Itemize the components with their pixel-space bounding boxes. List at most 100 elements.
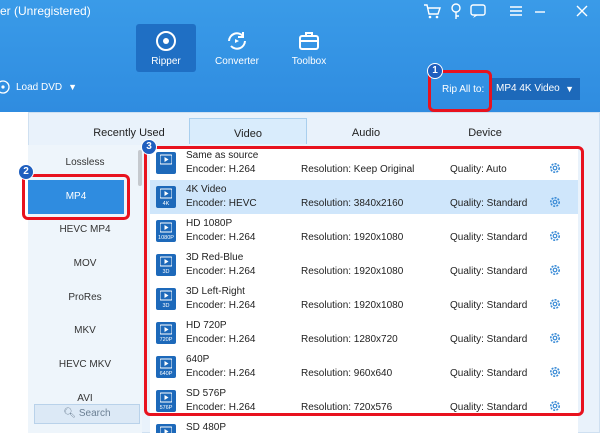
profile-row[interactable]: 576P SD 576P Encoder: H.264 Resolution: 720… <box>150 384 578 418</box>
sidebar-item-hevc-mp4[interactable]: HEVC MP4 <box>28 224 142 235</box>
profile-name: HD 1080P <box>186 218 233 229</box>
profile-encoder: Encoder: H.264 <box>186 368 256 379</box>
profile-encoder: Encoder: H.264 <box>186 164 256 175</box>
profile-row[interactable]: 3D 3D Left-Right Encoder: H.264 Resolution:… <box>150 282 578 316</box>
tab-ripper[interactable]: Ripper <box>136 24 196 72</box>
gear-icon[interactable] <box>548 331 562 345</box>
video-format-icon: 3D <box>156 254 176 276</box>
toolbox-icon <box>299 32 319 50</box>
format-tag: 576P <box>159 405 173 411</box>
format-tag: 720P <box>159 337 173 343</box>
video-format-icon: 3D <box>156 288 176 310</box>
profile-encoder: Encoder: H.264 <box>186 266 256 277</box>
sidebar-item-mkv[interactable]: MKV <box>28 325 142 336</box>
window-title: er (Unregistered) <box>0 4 91 18</box>
gear-icon[interactable] <box>548 297 562 311</box>
profile-resolution: Resolution: 3840x2160 <box>301 198 404 209</box>
profile-resolution: Resolution: Keep Original <box>301 164 415 175</box>
sidebar-scrollbar[interactable] <box>138 150 142 186</box>
tab-video[interactable]: Video <box>189 118 307 144</box>
profile-name: SD 576P <box>186 388 227 399</box>
tab-device[interactable]: Device <box>426 118 544 144</box>
profile-name: HD 720P <box>186 320 227 331</box>
video-format-icon: 576P <box>156 390 176 412</box>
format-tag: 3D <box>162 269 170 275</box>
sidebar-item-hevc-mkv[interactable]: HEVC MKV <box>28 359 142 370</box>
key-icon[interactable] <box>446 2 466 20</box>
profile-row[interactable]: 720P HD 720P Encoder: H.264 Resolution: 128… <box>150 316 578 350</box>
profile-quality: Quality: Standard <box>450 266 528 277</box>
profile-row[interactable]: SD 480P <box>150 418 578 433</box>
profile-row[interactable]: 4K 4K Video Encoder: HEVC Resolution: 3840x… <box>150 180 578 214</box>
profile-name: 4K Video <box>186 184 227 195</box>
sidebar-item-mov[interactable]: MOV <box>28 258 142 269</box>
gear-icon[interactable] <box>548 365 562 379</box>
close-icon[interactable] <box>572 2 592 20</box>
profile-encoder: Encoder: H.264 <box>186 334 256 345</box>
tab-recently-used[interactable]: Recently Used <box>64 118 194 144</box>
rip-all-format-select[interactable]: MP4 4K Video ▼ <box>492 78 580 100</box>
load-dvd-label: Load DVD <box>16 81 63 93</box>
search-input[interactable]: 🔍︎ Search <box>34 404 140 424</box>
rip-all-format-value: MP4 4K Video <box>496 83 560 94</box>
app-header: er (Unregistered) Ripper Converter Toolb… <box>0 0 600 112</box>
gear-icon[interactable] <box>548 195 562 209</box>
profile-quality: Quality: Standard <box>450 232 528 243</box>
tab-converter-label: Converter <box>215 56 259 67</box>
sidebar-item-prores[interactable]: ProRes <box>28 292 142 303</box>
tab-toolbox-label: Toolbox <box>291 56 327 67</box>
search-placeholder: Search <box>78 408 111 419</box>
profile-resolution: Resolution: 1280x720 <box>301 334 398 345</box>
tab-converter[interactable]: Converter <box>207 24 267 72</box>
disc-icon <box>0 80 10 94</box>
tab-ripper-label: Ripper <box>151 56 181 67</box>
profile-resolution: Resolution: 1920x1080 <box>301 266 404 277</box>
tab-audio[interactable]: Audio <box>307 118 425 144</box>
format-tag: 4K <box>162 201 170 207</box>
minimize-icon[interactable] <box>530 2 550 20</box>
profile-name: 3D Red-Blue <box>186 252 244 263</box>
profile-row[interactable]: Same as source Encoder: H.264 Resolution: … <box>150 146 578 180</box>
gear-icon[interactable] <box>548 229 562 243</box>
format-tag: 640P <box>159 371 173 377</box>
load-dvd-button[interactable]: Load DVD ▼ <box>0 80 77 94</box>
gear-icon[interactable] <box>548 263 562 277</box>
video-format-icon: 720P <box>156 322 176 344</box>
sidebar-item-lossless[interactable]: Lossless <box>28 157 142 168</box>
step-badge-2: 2 <box>18 164 34 180</box>
disc-icon <box>156 31 176 51</box>
format-tag: 1080P <box>158 235 174 241</box>
step-badge-3: 3 <box>141 139 157 155</box>
profile-encoder: Encoder: H.264 <box>186 402 256 413</box>
video-format-icon: 4K <box>156 186 176 208</box>
cart-icon[interactable] <box>422 2 442 20</box>
sidebar-item-avi[interactable]: AVI <box>28 393 142 404</box>
profile-quality: Quality: Standard <box>450 402 528 413</box>
profile-name: Same as source <box>186 150 259 161</box>
convert-icon <box>228 32 246 50</box>
menu-icon[interactable] <box>506 2 526 20</box>
tab-toolbox[interactable]: Toolbox <box>279 24 339 72</box>
profile-resolution: Resolution: 1920x1080 <box>301 232 404 243</box>
format-tag: 3D <box>162 303 170 309</box>
chat-icon[interactable] <box>468 2 488 20</box>
profile-quality: Quality: Standard <box>450 300 528 311</box>
video-format-icon: 640P <box>156 356 176 378</box>
profile-name: 3D Left-Right <box>186 286 245 297</box>
profile-encoder: Encoder: H.264 <box>186 232 256 243</box>
gear-icon[interactable] <box>548 399 562 413</box>
profile-quality: Quality: Auto <box>450 164 507 175</box>
profile-name: SD 480P <box>186 422 227 433</box>
video-format-icon: 1080P <box>156 220 176 242</box>
profile-resolution: Resolution: 720x576 <box>301 402 393 413</box>
gear-icon[interactable] <box>548 161 562 175</box>
highlight-box-mp4 <box>22 174 130 220</box>
profile-row[interactable]: 3D 3D Red-Blue Encoder: H.264 Resolution: 1… <box>150 248 578 282</box>
profile-quality: Quality: Standard <box>450 334 528 345</box>
profile-quality: Quality: Standard <box>450 198 528 209</box>
step-badge-1: 1 <box>427 63 443 79</box>
profile-row[interactable]: 1080P HD 1080P Encoder: H.264 Resolution: 1… <box>150 214 578 248</box>
profile-name: 640P <box>186 354 210 365</box>
video-format-icon <box>156 152 176 174</box>
profile-row[interactable]: 640P 640P Encoder: H.264 Resolution: 960x64… <box>150 350 578 384</box>
